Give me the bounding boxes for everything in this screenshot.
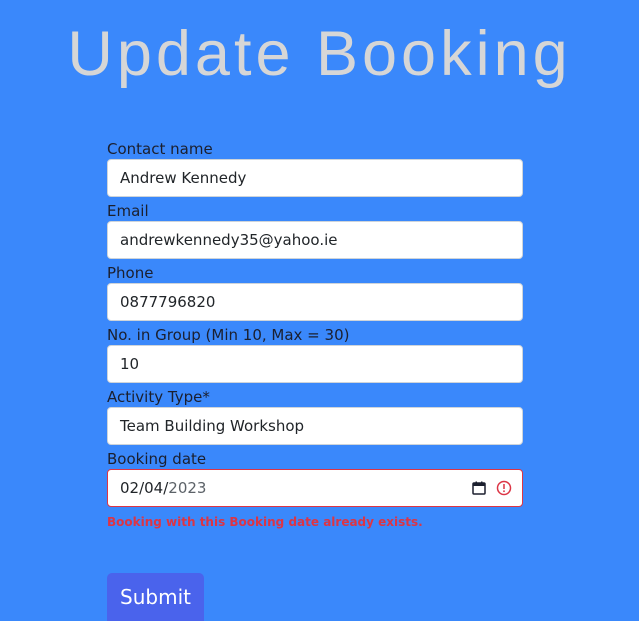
booking-date-day-month: 02/04/	[120, 479, 169, 497]
contact-name-group: Contact name Andrew Kennedy	[107, 139, 523, 201]
calendar-icon[interactable]	[472, 481, 486, 495]
submit-button[interactable]: Submit	[107, 573, 204, 621]
booking-date-error: Booking with this Booking date already e…	[107, 515, 423, 529]
booking-date-year: 2023	[168, 479, 207, 497]
booking-date-group: Booking date 02/04/2023	[107, 449, 523, 511]
phone-input[interactable]: 0877796820	[107, 283, 523, 321]
booking-date-input[interactable]: 02/04/2023	[107, 469, 523, 507]
group-size-label: No. in Group (Min 10, Max = 30)	[107, 326, 350, 344]
error-circle-icon	[496, 480, 512, 496]
email-input[interactable]: andrewkennedy35@yahoo.ie	[107, 221, 523, 259]
group-size-input[interactable]: 10	[107, 345, 523, 383]
phone-label: Phone	[107, 264, 154, 282]
contact-name-label: Contact name	[107, 140, 213, 158]
group-size-group: No. in Group (Min 10, Max = 30) 10	[107, 325, 523, 387]
email-label: Email	[107, 202, 149, 220]
booking-form: Contact name Andrew Kennedy Email andrew…	[107, 139, 523, 511]
activity-type-group: Activity Type* Team Building Workshop	[107, 387, 523, 449]
email-group: Email andrewkennedy35@yahoo.ie	[107, 201, 523, 263]
phone-group: Phone 0877796820	[107, 263, 523, 325]
contact-name-input[interactable]: Andrew Kennedy	[107, 159, 523, 197]
booking-date-label: Booking date	[107, 450, 207, 468]
activity-type-label: Activity Type*	[107, 388, 210, 406]
activity-type-input[interactable]: Team Building Workshop	[107, 407, 523, 445]
page-title: Update Booking	[67, 19, 572, 89]
